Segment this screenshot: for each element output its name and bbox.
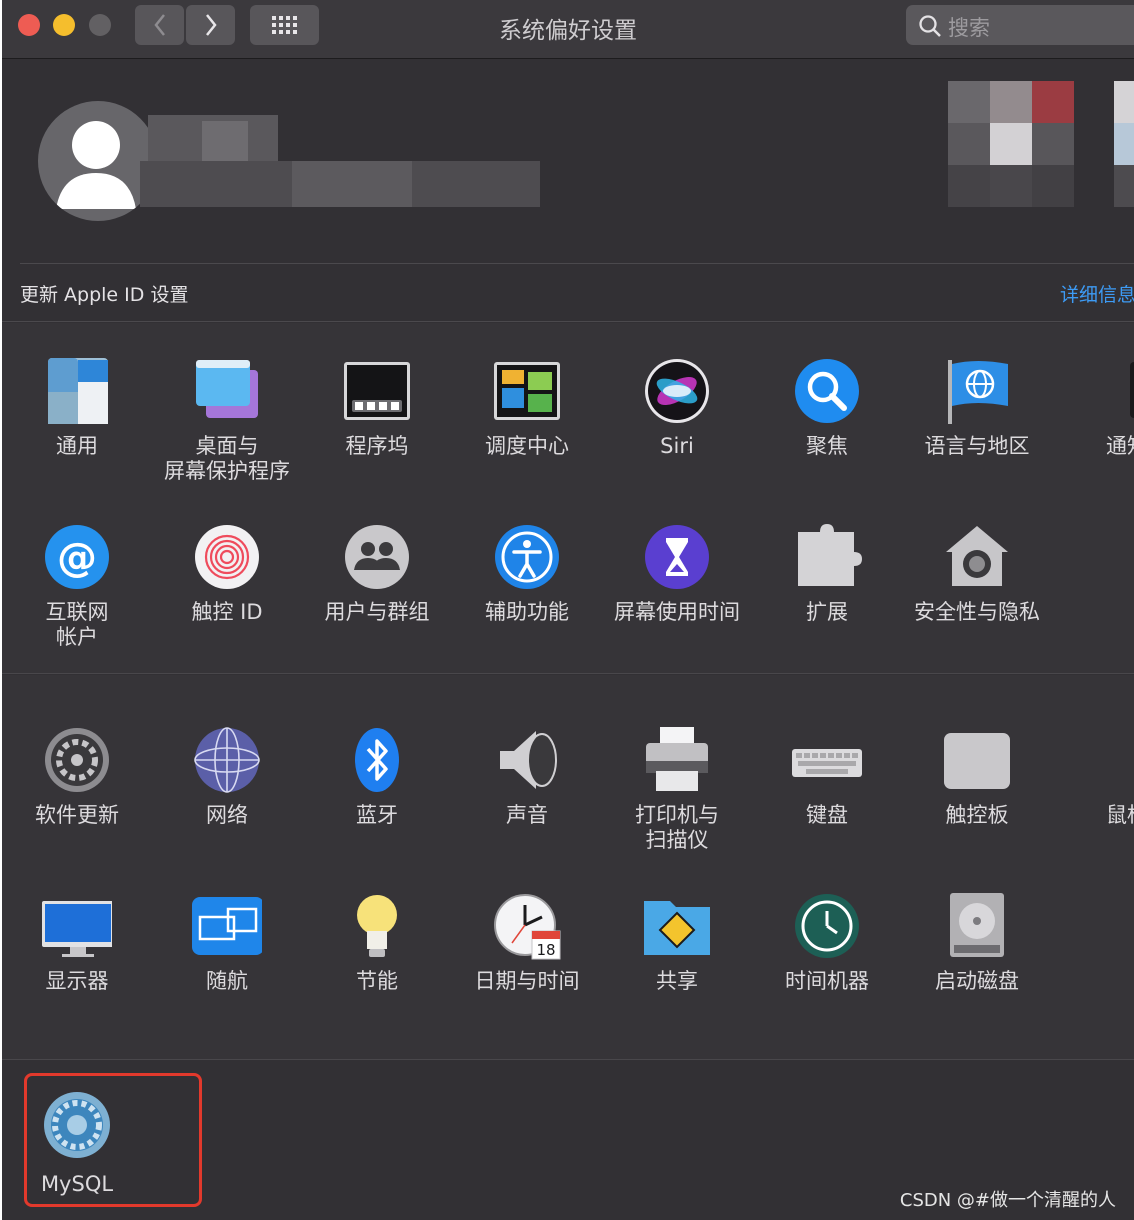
pane-displays[interactable]: 显示器 — [2, 891, 152, 994]
pane-screen-time[interactable]: 屏幕使用时间 — [602, 522, 752, 625]
siri-icon — [642, 356, 712, 426]
pane-startup-disk[interactable]: 启动磁盘 — [902, 891, 1052, 994]
pane-internet-accounts[interactable]: @ 互联网 帐户 — [2, 522, 152, 650]
pane-extensions[interactable]: 扩展 — [752, 522, 902, 625]
pane-printers-scanners[interactable]: 打印机与 扫描仪 — [602, 725, 752, 853]
pane-language-region[interactable]: 语言与地区 — [902, 356, 1052, 459]
sound-icon — [492, 725, 562, 795]
pane-sharing[interactable]: 共享 — [602, 891, 752, 994]
pane-time-machine[interactable]: 时间机器 — [752, 891, 902, 994]
pane-sidecar[interactable]: 随航 — [152, 891, 302, 994]
account-area — [2, 59, 1134, 263]
pane-security-privacy[interactable]: 安全性与隐私 — [902, 522, 1052, 625]
update-apple-id-label: 更新 Apple ID 设置 — [20, 284, 189, 306]
pane-mission-control[interactable]: 调度中心 — [452, 356, 602, 459]
pane-siri[interactable]: Siri — [602, 356, 752, 459]
svg-text:18: 18 — [536, 941, 555, 959]
pane-dock[interactable]: 程序坞 — [302, 356, 452, 459]
notifications-icon — [1092, 356, 1134, 426]
security-privacy-icon — [942, 522, 1012, 592]
bluetooth-icon — [342, 725, 412, 795]
pane-trackpad[interactable]: 触控板 — [902, 725, 1052, 828]
printers-scanners-icon — [642, 725, 712, 795]
search-icon — [919, 15, 941, 37]
details-link[interactable]: 详细信息 — [1060, 280, 1134, 307]
pane-general[interactable]: 通用 — [2, 356, 152, 459]
screen-time-icon — [642, 522, 712, 592]
pane-keyboard[interactable]: 键盘 — [752, 725, 902, 828]
watermark: CSDN @#做一个清醒的人 — [899, 1190, 1116, 1211]
sidecar-icon — [192, 891, 264, 961]
internet-accounts-icon: @ — [42, 522, 112, 592]
system-preferences-window: 系统偏好设置 搜索 更新 Apple ID 设置 详细信息 通用 桌面与 屏幕保… — [2, 0, 1134, 1220]
displays-icon — [42, 891, 114, 961]
general-icon — [42, 356, 112, 426]
users-groups-icon — [342, 522, 412, 592]
startup-disk-icon — [942, 891, 1012, 961]
date-time-icon: 18 — [492, 891, 562, 961]
pane-touch-id[interactable]: 触控 ID — [152, 522, 302, 625]
time-machine-icon — [792, 891, 862, 961]
pane-network[interactable]: 网络 — [152, 725, 302, 828]
pane-mouse[interactable]: 鼠标 — [1052, 725, 1134, 828]
sharing-icon — [642, 891, 712, 961]
language-region-icon — [942, 356, 1012, 426]
search-field[interactable]: 搜索 — [906, 5, 1134, 45]
pane-desktop-screensaver[interactable]: 桌面与 屏幕保护程序 — [152, 356, 302, 484]
energy-saver-icon — [342, 891, 412, 961]
mysql-highlight-box — [24, 1073, 202, 1207]
pane-energy-saver[interactable]: 节能 — [302, 891, 452, 994]
software-update-icon — [42, 725, 112, 795]
pane-accessibility[interactable]: 辅助功能 — [452, 522, 602, 625]
pane-users-groups[interactable]: 用户与群组 — [302, 522, 452, 625]
trackpad-icon — [942, 725, 1012, 795]
dock-icon — [342, 356, 412, 426]
spotlight-icon — [792, 356, 862, 426]
network-icon — [192, 725, 262, 795]
pane-notifications[interactable]: 通知 — [1052, 356, 1134, 459]
pane-bluetooth[interactable]: 蓝牙 — [302, 725, 452, 828]
search-placeholder: 搜索 — [948, 16, 990, 40]
mission-control-icon — [492, 356, 562, 426]
mouse-icon — [1092, 725, 1134, 795]
svg-text:@: @ — [57, 535, 97, 581]
extensions-icon — [792, 522, 862, 592]
accessibility-icon — [492, 522, 562, 592]
pane-date-time[interactable]: 18 日期与时间 — [452, 891, 602, 994]
pane-software-update[interactable]: 软件更新 — [2, 725, 152, 828]
keyboard-icon — [792, 725, 862, 795]
pane-spotlight[interactable]: 聚焦 — [752, 356, 902, 459]
title-bar: 系统偏好设置 搜索 — [2, 0, 1134, 59]
pane-sound[interactable]: 声音 — [452, 725, 602, 828]
desktop-screensaver-icon — [192, 356, 262, 426]
touch-id-icon — [192, 522, 262, 592]
